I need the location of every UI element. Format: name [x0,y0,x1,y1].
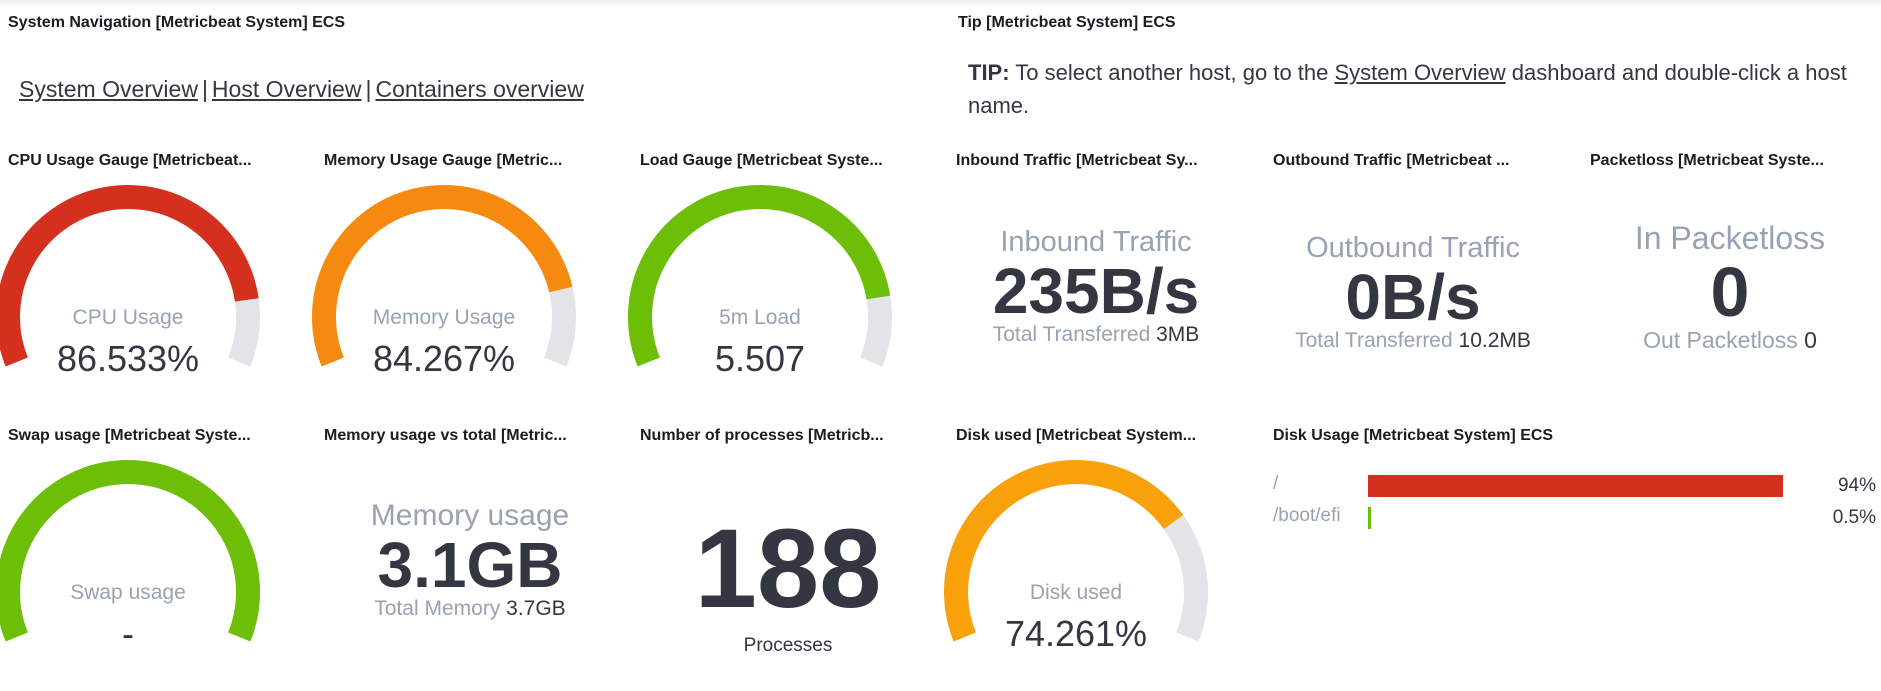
gauge-value: 86.533% [56,338,200,379]
processes-label: Processes [743,635,833,656]
metric-value: 235B/s [992,255,1200,327]
metric-value: 0B/s [1345,261,1481,333]
metric-value: 3.1GB [377,529,563,601]
panel-title: Tip [Metricbeat System] ECS [958,14,1176,31]
sub-value: 3.7GB [506,597,566,620]
sub-value: 3MB [1156,323,1200,346]
gauge-value: - [122,613,134,654]
processes-metric: 188 Processes [638,513,938,657]
gauge-label: CPU Usage [72,306,184,329]
disk-bar [1368,507,1371,529]
panel-title: Memory usage vs total [Metric... [324,427,567,444]
inbound-traffic-panel: Inbound Traffic [Metricbeat Sy... Inboun… [956,152,1256,392]
metric-subtitle: Total Transferred 3MB [946,323,1246,347]
sub-label: Total Transferred [992,323,1151,346]
packetloss-metric: In Packetloss 0 Out Packetloss 0 [1585,220,1875,354]
tip-system-overview-link[interactable]: System Overview [1334,60,1505,85]
panel-title: Inbound Traffic [Metricbeat Sy... [956,152,1198,169]
packetloss-panel: Packetloss [Metricbeat Syste... In Packe… [1590,152,1880,392]
load-gauge-panel: Load Gauge [Metricbeat Syste... 5m Load … [628,152,940,392]
swap-gauge-panel: Swap usage [Metricbeat Syste... Swap usa… [0,427,308,691]
nav-separator: | [365,76,372,102]
memory-vs-total-panel: Memory usage vs total [Metric... Memory … [324,427,624,691]
disk-gauge-panel: Disk used [Metricbeat System... Disk use… [944,427,1256,691]
tip-text: TIP: To select another host, go to the S… [968,56,1848,122]
disk-usage-panel: Disk Usage [Metricbeat System] ECS / 94%… [1273,427,1879,691]
outbound-traffic-panel: Outbound Traffic [Metricbeat ... Outboun… [1273,152,1573,392]
gauge-label: Memory Usage [372,306,516,329]
disk-percent: 0.5% [1832,507,1876,528]
outbound-metric: Outbound Traffic 0B/s Total Transferred … [1263,232,1563,353]
sub-label: Total Transferred [1295,329,1453,352]
panel-title: Outbound Traffic [Metricbeat ... [1273,152,1510,169]
gauge-label: 5m Load [719,306,801,329]
sub-label: Total Memory [374,597,501,620]
gauge-label: Disk used [1029,581,1123,604]
metric-subtitle: Total Memory 3.7GB [320,597,620,621]
cpu-gauge-panel: CPU Usage Gauge [Metricbeat... CPU Usage… [0,152,308,392]
disk-label: /boot/efi [1273,505,1341,526]
metric-title: Memory usage [370,499,570,532]
tip-panel: Tip [Metricbeat System] ECS TIP: To sele… [958,14,1858,124]
metric-value: 0 [1710,253,1750,331]
tip-label: TIP: [968,60,1010,85]
containers-overview-link[interactable]: Containers overview [375,76,583,102]
disk-label: / [1273,473,1279,494]
gauge-value: 84.267% [372,338,516,379]
panel-title: Disk Usage [Metricbeat System] ECS [1273,427,1554,444]
host-overview-link[interactable]: Host Overview [212,76,362,102]
system-overview-link[interactable]: System Overview [19,76,198,102]
gauge-value: 74.261% [1004,613,1148,654]
disk-percent: 94% [1837,475,1876,496]
metric-subtitle: Out Packetloss 0 [1585,327,1875,354]
panel-title: Packetloss [Metricbeat Syste... [1590,152,1824,169]
sub-value: 10.2MB [1458,329,1531,352]
disk-row[interactable]: /boot/efi 0.5% [1273,503,1879,531]
disk-bar [1368,475,1783,497]
gauge-value: 5.507 [714,338,806,379]
processes-value: 188 [694,506,882,631]
sub-label: Out Packetloss [1643,327,1798,353]
gauge-label: Swap usage [70,581,186,604]
tip-text-before: To select another host, go to the [1009,60,1335,85]
panel-title: Number of processes [Metricb... [640,427,884,444]
metric-subtitle: Total Transferred 10.2MB [1263,329,1563,353]
system-navigation-panel: System Navigation [Metricbeat System] EC… [8,14,928,124]
nav-separator: | [201,76,208,102]
top-shadow [0,0,1881,8]
sub-value: 0 [1804,327,1817,353]
memory-gauge-panel: Memory Usage Gauge [Metric... Memory Usa… [312,152,624,392]
inbound-metric: Inbound Traffic 235B/s Total Transferred… [946,226,1246,347]
metric-title: In Packetloss [1634,220,1826,256]
memory-total-metric: Memory usage 3.1GB Total Memory 3.7GB [320,499,620,621]
panel-title: System Navigation [Metricbeat System] EC… [8,14,345,31]
disk-row[interactable]: / 94% [1273,471,1879,499]
nav-links: System Overview | Host Overview | Containers… [19,76,584,103]
processes-panel: Number of processes [Metricb... 188 Proc… [640,427,940,691]
